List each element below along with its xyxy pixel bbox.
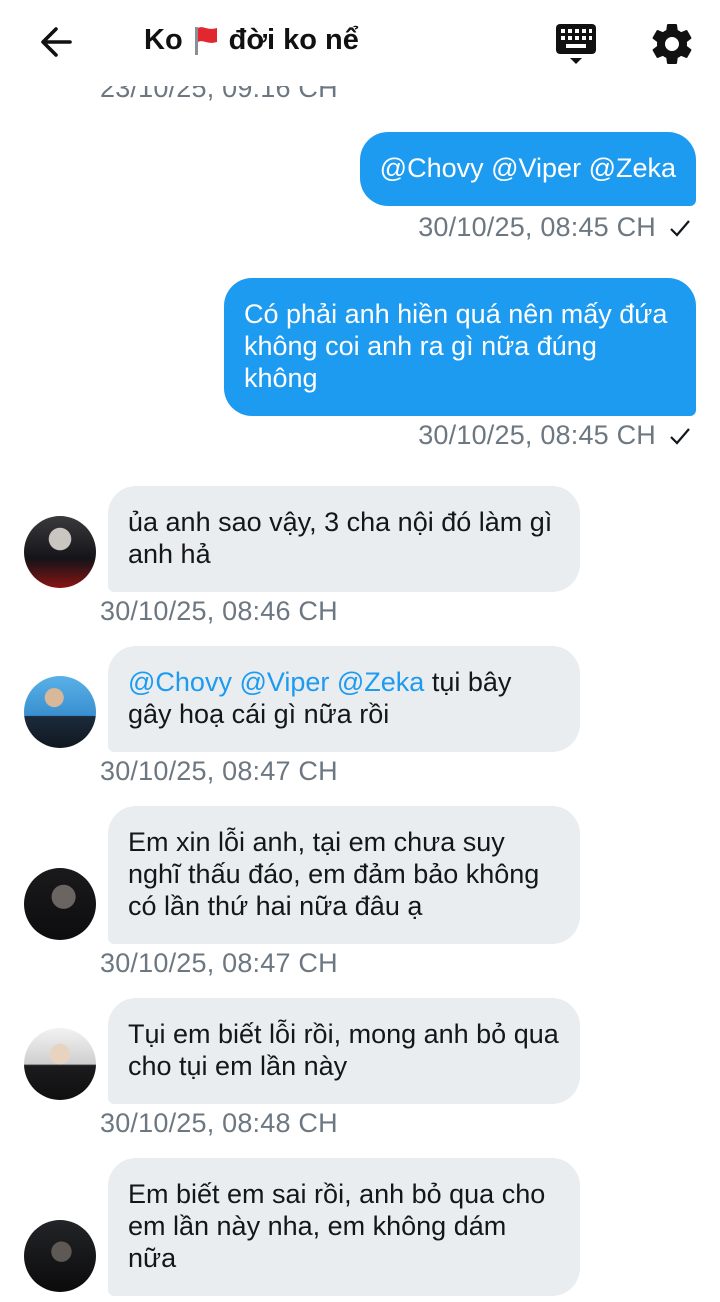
sent-check-icon — [670, 219, 690, 237]
avatar[interactable] — [24, 676, 96, 748]
message-list[interactable]: 23/10/25, 09:16 CH @Chovy @Viper @Zeka 3… — [0, 0, 720, 1302]
message-bubble-incoming[interactable]: Em xin lỗi anh, tại em chưa suy nghĩ thấ… — [108, 806, 580, 944]
avatar[interactable] — [24, 516, 96, 588]
flag-icon — [194, 26, 217, 55]
message-text: @Chovy @Viper @Zeka — [379, 153, 676, 183]
message-timestamp: 30/10/25, 08:48 CH — [100, 1108, 338, 1138]
gear-icon — [652, 24, 692, 64]
message-text: ủa anh sao vậy, 3 cha nội đó làm gì anh … — [128, 507, 553, 569]
message-text: Có phải anh hiền quá nên mấy đứa không c… — [244, 299, 668, 393]
message-timestamp: 23/10/25, 09:16 CH — [100, 86, 338, 103]
sent-check-icon — [670, 427, 690, 445]
message-bubble-outgoing[interactable]: Có phải anh hiền quá nên mấy đứa không c… — [224, 278, 696, 416]
keyboard-icon — [556, 24, 596, 64]
message-time: 30/10/25, 08:45 CH — [418, 420, 656, 450]
message-bubble-incoming[interactable]: ủa anh sao vậy, 3 cha nội đó làm gì anh … — [108, 486, 580, 592]
title-text: Ko — [144, 24, 183, 56]
mention-link[interactable]: @Chovy @Viper @Zeka — [128, 667, 424, 697]
message-bubble-incoming[interactable]: Tụi em biết lỗi rồi, mong anh bỏ qua cho… — [108, 998, 580, 1104]
title-suffix-text: đời ko nể — [228, 24, 359, 56]
message-timestamp: 30/10/25, 08:47 CH — [100, 756, 338, 786]
back-arrow-icon — [41, 27, 72, 57]
message-timestamp: 30/10/25, 08:47 CH — [100, 948, 338, 978]
avatar[interactable] — [24, 1220, 96, 1292]
avatar[interactable] — [24, 1028, 96, 1100]
avatar[interactable] — [24, 868, 96, 940]
message-text: Em biết em sai rồi, anh bỏ qua cho em lầ… — [128, 1179, 546, 1273]
conversation-title[interactable]: Ko đời ko nể — [144, 24, 359, 57]
message-text: Tụi em biết lỗi rồi, mong anh bỏ qua cho… — [128, 1019, 559, 1081]
message-timestamp: 30/10/25, 08:45 CH — [418, 212, 692, 243]
back-button[interactable] — [30, 18, 82, 66]
keyboard-button[interactable] — [552, 20, 600, 68]
conversation-header: Ko đời ko nể — [0, 0, 720, 86]
message-time: 30/10/25, 08:45 CH — [418, 212, 656, 242]
settings-button[interactable] — [648, 20, 696, 68]
message-bubble-incoming[interactable]: @Chovy @Viper @Zeka tụi bây gây hoạ cái … — [108, 646, 580, 752]
message-bubble-outgoing[interactable]: @Chovy @Viper @Zeka — [359, 132, 696, 206]
message-text: Em xin lỗi anh, tại em chưa suy nghĩ thấ… — [128, 827, 540, 921]
message-timestamp: 30/10/25, 08:46 CH — [100, 596, 338, 626]
message-bubble-incoming[interactable]: Em biết em sai rồi, anh bỏ qua cho em lầ… — [108, 1158, 580, 1296]
message-timestamp: 30/10/25, 08:45 CH — [418, 420, 692, 451]
